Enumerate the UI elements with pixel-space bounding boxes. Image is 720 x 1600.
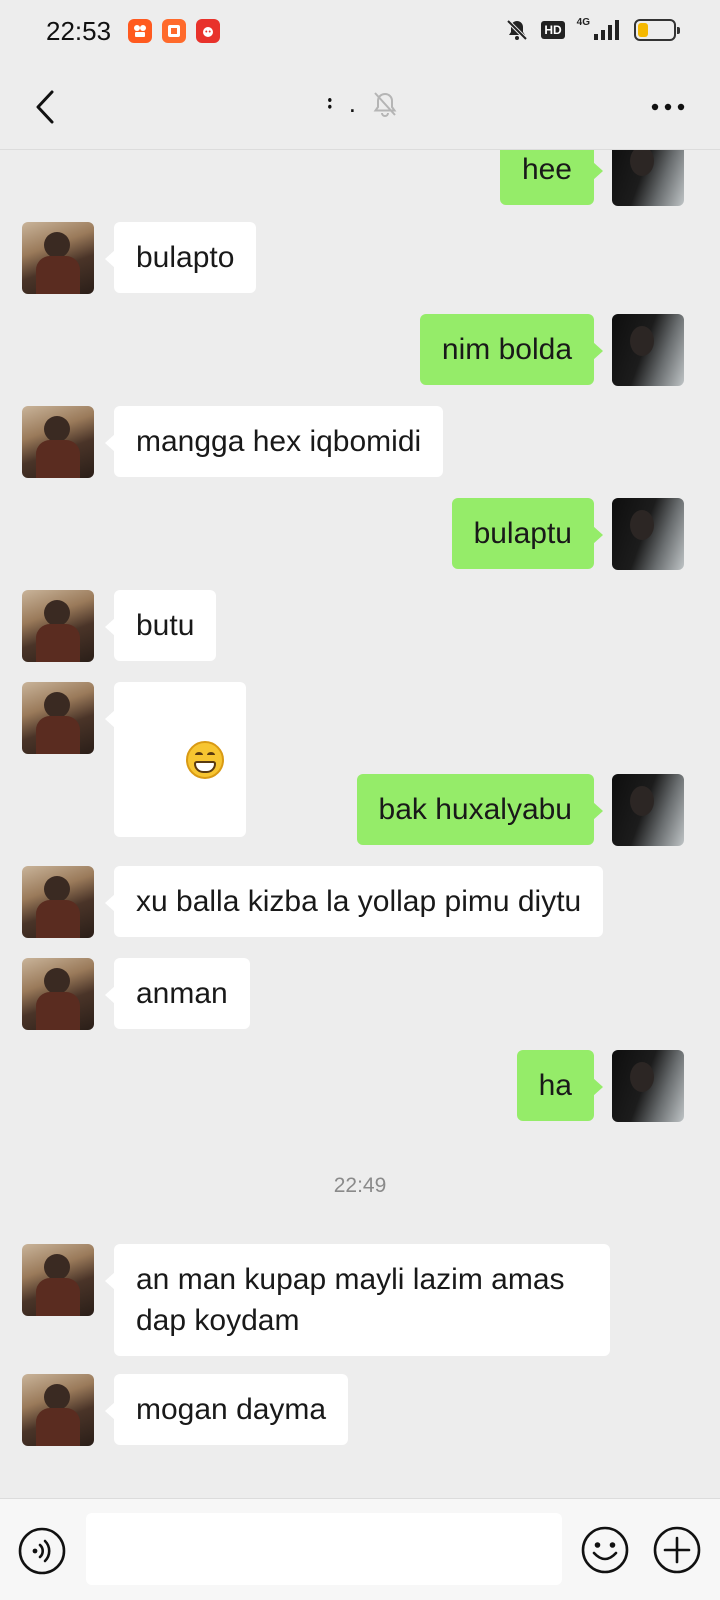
own-avatar[interactable] [612, 314, 684, 386]
contact-avatar[interactable] [22, 590, 94, 662]
signal-icon: 4G [576, 16, 622, 42]
message-bubble-received[interactable]: anman [105, 958, 250, 1029]
message-bubble-sent[interactable]: hee [499, 150, 604, 205]
message-bubble-received[interactable]: mogan dayma [104, 1374, 349, 1445]
message-bubble-received[interactable]: mangga hex iqbomidi [104, 406, 444, 477]
notification-app-icons [128, 19, 220, 43]
plus-icon [653, 1526, 701, 1574]
more-functions-button[interactable] [652, 1525, 702, 1575]
contact-avatar[interactable] [22, 682, 94, 754]
emoji-smile-icon [581, 1526, 629, 1574]
chat-header: ᛬ . [0, 64, 720, 150]
chat-title: ᛬ . [321, 88, 359, 118]
voice-input-button[interactable] [18, 1527, 66, 1575]
status-icons: HD 4G [505, 16, 680, 42]
message-bubble-sent[interactable]: ha [516, 1050, 604, 1121]
shopping-app-icon [196, 19, 220, 43]
contact-avatar[interactable] [22, 1244, 94, 1316]
own-avatar[interactable] [612, 1050, 684, 1122]
message-bubble-received[interactable] [104, 682, 247, 838]
chat-title-wrapper: ᛬ . [0, 88, 720, 119]
battery-fill [638, 23, 649, 37]
emoji-button[interactable] [580, 1525, 630, 1575]
kuaishou-app-icon [128, 19, 152, 43]
contact-avatar[interactable] [22, 866, 94, 938]
contact-avatar[interactable] [22, 958, 94, 1030]
muted-notifications-icon [373, 91, 397, 117]
message-bubble-received[interactable]: an man kupap mayli lazim amas dap koydam [105, 1244, 610, 1356]
own-avatar[interactable] [612, 774, 684, 846]
own-avatar[interactable] [612, 150, 684, 206]
video-app-icon [162, 19, 186, 43]
status-time: 22:53 [46, 16, 112, 46]
voice-icon [18, 1527, 66, 1575]
more-options-button[interactable] [646, 92, 690, 122]
message-bubble-sent[interactable]: bulaptu [451, 498, 604, 569]
message-text-input[interactable] [86, 1513, 562, 1585]
message-bubble-received[interactable]: bulapto [104, 222, 257, 293]
grin-emoji-icon [186, 741, 225, 780]
status-bar: 22:53 HD 4G [0, 0, 720, 64]
mute-bell-icon [505, 18, 529, 42]
battery-icon [634, 19, 680, 41]
contact-avatar[interactable] [22, 1374, 94, 1446]
more-dots-icon [651, 103, 685, 111]
contact-avatar[interactable] [22, 406, 94, 478]
message-bubble-sent[interactable]: nim bolda [419, 314, 604, 385]
message-input-bar [0, 1498, 720, 1600]
hd-indicator: HD [541, 21, 565, 39]
message-bubble-received[interactable]: butu [104, 590, 217, 661]
own-avatar[interactable] [612, 498, 684, 570]
message-bubble-received[interactable]: xu balla kizba la yollap pimu diytu [104, 866, 604, 937]
message-timestamp: 22:49 [333, 1174, 387, 1197]
message-list[interactable]: hee bulapto nim bolda mangga hex iqbomid… [0, 150, 720, 1498]
network-type-label: 4G [576, 16, 590, 28]
contact-avatar[interactable] [22, 222, 94, 294]
message-bubble-sent[interactable]: bak huxalyabu [356, 774, 604, 845]
